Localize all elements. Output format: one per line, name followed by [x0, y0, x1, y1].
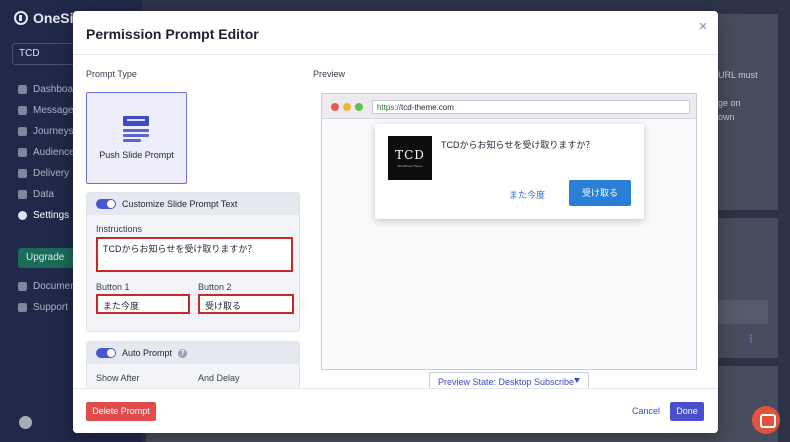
- site-logo-text: TCD: [395, 148, 425, 162]
- onesignal-logo-icon: [14, 11, 28, 25]
- prompt-type-option-label: Push Slide Prompt: [99, 150, 174, 160]
- slide-prompt-message: TCDからお知らせを受け取りますか？: [441, 140, 595, 150]
- delay-label: And Delay: [198, 373, 240, 383]
- sidebar-item-label: Messages: [33, 105, 79, 116]
- preview-frame: https://tcd-theme.com TCD WordPress Them…: [321, 93, 697, 370]
- done-button[interactable]: Done: [670, 402, 704, 421]
- dashboard-icon: [18, 85, 27, 94]
- modal-header: Permission Prompt Editor ×: [73, 11, 718, 55]
- cancel-button[interactable]: Cancel: [632, 406, 660, 416]
- customize-text-toggle[interactable]: [96, 199, 116, 209]
- url-scheme: https://: [377, 103, 402, 112]
- background-table-row: [718, 300, 768, 324]
- window-maximize-dot-icon: [355, 103, 363, 111]
- delete-prompt-button[interactable]: Delete Prompt: [86, 402, 156, 421]
- support-icon: [18, 303, 27, 312]
- permission-prompt-editor-modal: Permission Prompt Editor × Prompt Type P…: [73, 11, 718, 433]
- button2-label: Button 2: [198, 282, 232, 292]
- instructions-input[interactable]: TCDからお知らせを受け取りますか？: [96, 237, 293, 272]
- browser-url-bar: https://tcd-theme.com: [372, 100, 690, 114]
- site-logo-subtext: WordPress Theme: [397, 164, 423, 168]
- slide-prompt-cancel-button[interactable]: また今度: [509, 188, 545, 201]
- prompt-type-label: Prompt Type: [86, 69, 137, 79]
- sidebar-item-label: Data: [33, 189, 55, 200]
- document-icon: [18, 282, 27, 291]
- slide-prompt-icon: [123, 116, 149, 142]
- auto-prompt-toggle[interactable]: [96, 348, 116, 358]
- button1-label: Button 1: [96, 282, 130, 292]
- sidebar-item-label: Audience: [33, 147, 75, 158]
- gear-icon: [18, 211, 27, 220]
- auto-prompt-header: Auto Prompt ?: [87, 342, 299, 364]
- caret-down-icon: [574, 378, 580, 383]
- prompt-type-option-push-slide[interactable]: Push Slide Prompt: [86, 92, 187, 184]
- modal-footer: Delete Prompt Cancel Done: [73, 388, 718, 433]
- upgrade-label: Upgrade: [26, 252, 65, 263]
- messages-icon: [18, 106, 27, 115]
- preview-state-dropdown[interactable]: Preview State: Desktop Subscribe: [429, 372, 589, 388]
- preview-label: Preview: [313, 69, 346, 79]
- delivery-icon: [18, 169, 27, 178]
- button1-input[interactable]: また今度: [96, 294, 190, 314]
- modal-body: Prompt Type Push Slide Prompt Customize …: [73, 56, 718, 388]
- auto-prompt-toggle-label: Auto Prompt: [122, 348, 173, 358]
- browser-bar: https://tcd-theme.com: [322, 94, 696, 119]
- sidebar-item-label: Settings: [33, 210, 70, 221]
- customize-text-header: Customize Slide Prompt Text: [87, 193, 299, 215]
- slide-prompt-preview: TCD WordPress Theme TCDからお知らせを受け取りますか？ ま…: [375, 124, 644, 219]
- instructions-label: Instructions: [96, 224, 143, 234]
- customize-text-toggle-label: Customize Slide Prompt Text: [122, 199, 238, 209]
- slide-prompt-accept-button[interactable]: 受け取る: [569, 180, 631, 206]
- background-text: URL must ge on own: [718, 70, 758, 122]
- help-icon[interactable]: ?: [178, 348, 188, 358]
- show-after-label: Show After: [96, 373, 140, 383]
- url-host: tcd-theme.com: [401, 103, 454, 112]
- auto-prompt-panel: Auto Prompt ? Show After And Delay: [86, 341, 300, 388]
- sidebar-item-label: Support: [33, 302, 69, 313]
- close-icon[interactable]: ×: [694, 18, 712, 36]
- modal-title: Permission Prompt Editor: [86, 26, 259, 42]
- customize-text-panel: Customize Slide Prompt Text Instructions…: [86, 192, 300, 332]
- preview-state-label: Preview State: Desktop Subscribe: [438, 377, 575, 387]
- button2-input[interactable]: 受け取る: [198, 294, 294, 314]
- chat-support-button[interactable]: [752, 406, 780, 434]
- sidebar-item-label: Delivery: [33, 168, 70, 179]
- row-menu-icon[interactable]: ⋮: [746, 334, 756, 345]
- app-logo[interactable]: OneSig: [14, 10, 82, 26]
- audience-icon: [18, 148, 27, 157]
- site-logo: TCD WordPress Theme: [388, 136, 432, 180]
- window-close-dot-icon: [331, 103, 339, 111]
- data-icon: [18, 190, 27, 199]
- window-minimize-dot-icon: [343, 103, 351, 111]
- avatar[interactable]: [19, 416, 32, 429]
- sidebar-item-label: Document: [33, 281, 79, 292]
- journeys-icon: [18, 127, 27, 136]
- sidebar-item-label: Journeys: [33, 126, 74, 137]
